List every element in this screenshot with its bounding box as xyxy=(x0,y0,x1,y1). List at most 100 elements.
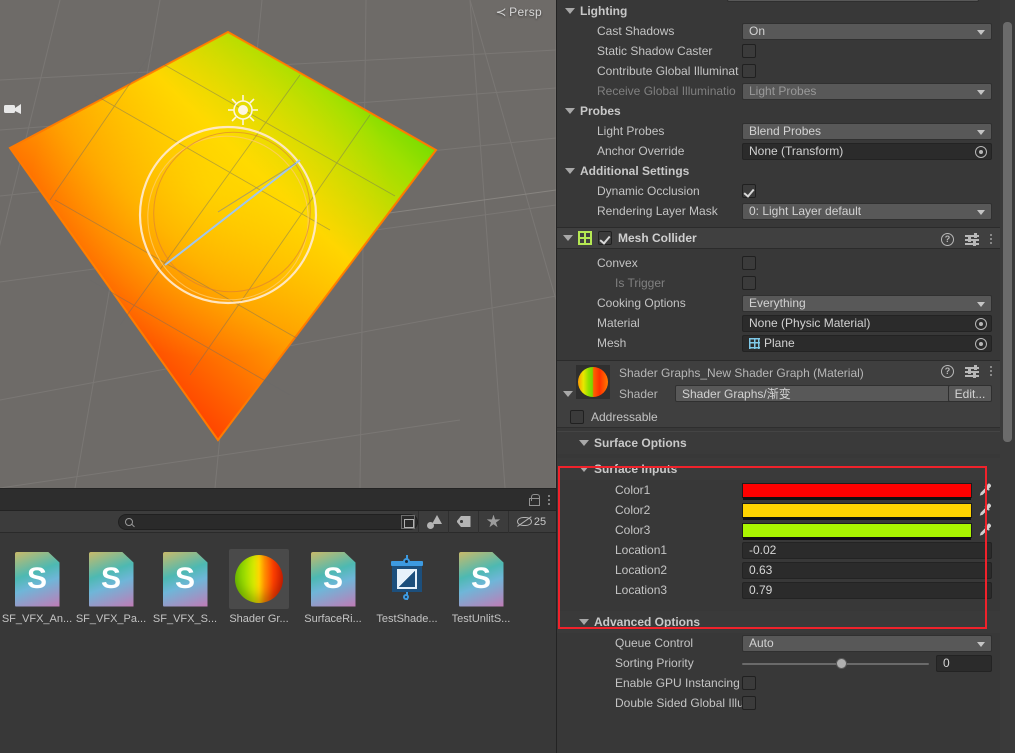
hidden-assets-counter[interactable]: 25 xyxy=(508,510,554,533)
foldout-surface-inputs[interactable]: Surface Inputs xyxy=(557,458,1000,480)
asset-item[interactable]: S SF_VFX_An... xyxy=(0,546,74,625)
search-in-window-icon[interactable] xyxy=(401,514,415,529)
help-icon[interactable]: ? xyxy=(941,232,954,246)
lock-icon[interactable] xyxy=(528,494,540,506)
scene-view[interactable]: ≺ Persp xyxy=(0,0,556,488)
triangle-down-icon xyxy=(579,466,589,472)
shader-dropdown[interactable]: Shader Graphs/渐变 xyxy=(675,385,991,402)
triangle-down-icon[interactable] xyxy=(563,391,573,397)
sorting-priority-slider-knob[interactable] xyxy=(836,657,847,669)
object-picker-icon[interactable] xyxy=(975,145,987,158)
scene-view-perspective-label[interactable]: ≺ Persp xyxy=(495,5,542,19)
row-color1: Color1 xyxy=(557,480,1000,500)
eyedropper-icon[interactable] xyxy=(977,503,992,518)
dropdown-value: Everything xyxy=(749,296,806,310)
double-sided-gi-checkbox[interactable] xyxy=(742,696,756,710)
asset-item[interactable]: S SurfaceRi... xyxy=(296,546,370,625)
color2-swatch[interactable] xyxy=(742,502,972,520)
row-label: Static Shadow Caster xyxy=(597,44,713,58)
section-title: Advanced Options xyxy=(594,615,701,629)
file-type-glyph: S xyxy=(470,562,491,595)
favorite-filter-button[interactable] xyxy=(478,510,508,533)
search-input[interactable] xyxy=(133,515,401,528)
project-toolbar: 25 xyxy=(0,510,556,533)
asset-item[interactable]: TestShade... xyxy=(370,546,444,625)
asset-item[interactable]: S TestUnlitS... xyxy=(444,546,518,625)
mesh-collider-icon xyxy=(578,231,592,245)
anchor-override-objectfield[interactable]: None (Transform) xyxy=(742,142,992,160)
preset-icon[interactable] xyxy=(965,233,979,246)
type-filter-button[interactable] xyxy=(418,510,448,533)
material-title: Shader Graphs_New Shader Graph (Material… xyxy=(619,366,864,380)
chevron-down-icon xyxy=(977,29,985,35)
asset-item-selected[interactable]: Shader Gr... xyxy=(222,546,296,625)
queue-control-dropdown[interactable]: Auto xyxy=(742,634,992,652)
foldout-advanced-options[interactable]: Advanced Options xyxy=(557,611,1000,633)
static-shadow-caster-checkbox[interactable] xyxy=(742,44,756,58)
shader-graph-file-icon: S xyxy=(458,551,504,607)
file-type-glyph: S xyxy=(174,562,195,595)
triangle-down-icon xyxy=(579,619,589,625)
color1-swatch[interactable] xyxy=(742,482,972,500)
dynamic-occlusion-checkbox[interactable] xyxy=(742,184,756,198)
material-preview[interactable] xyxy=(576,365,610,399)
foldout-probes[interactable]: Probes xyxy=(557,101,1000,121)
triangle-down-icon xyxy=(565,108,575,114)
kebab-menu-icon[interactable] xyxy=(990,232,994,246)
component-header-mesh-collider[interactable]: Mesh Collider ? xyxy=(557,227,1000,249)
preset-icon[interactable] xyxy=(965,365,979,378)
eyedropper-icon[interactable] xyxy=(977,483,992,498)
asset-thumbnail: S xyxy=(303,549,363,609)
inspector-scrollbar[interactable] xyxy=(1000,0,1015,753)
asset-thumbnail xyxy=(229,549,289,609)
rendering-layer-mask-dropdown[interactable]: 0: Light Layer default xyxy=(742,202,992,220)
eyedropper-icon[interactable] xyxy=(977,523,992,538)
shader-graph-file-icon: S xyxy=(310,551,356,607)
eye-off-icon xyxy=(516,516,532,528)
foldout-surface-options[interactable]: Surface Options xyxy=(557,432,1000,454)
file-type-glyph: S xyxy=(322,562,343,595)
asset-item[interactable]: S SF_VFX_S... xyxy=(148,546,222,625)
gpu-instancing-checkbox[interactable] xyxy=(742,676,756,690)
file-type-glyph: S xyxy=(26,562,47,595)
physic-material-objectfield[interactable]: None (Physic Material) xyxy=(742,314,992,332)
contribute-gi-checkbox[interactable] xyxy=(742,64,756,78)
light-probes-dropdown[interactable]: Blend Probes xyxy=(742,122,992,140)
object-picker-icon[interactable] xyxy=(975,337,987,350)
convex-checkbox[interactable] xyxy=(742,256,756,270)
row-addressable: Addressable xyxy=(557,406,1000,427)
color3-swatch[interactable] xyxy=(742,522,972,540)
cast-shadows-dropdown[interactable]: On xyxy=(742,22,992,40)
location1-input[interactable]: -0.02 xyxy=(742,541,992,559)
asset-item[interactable]: S SF_VFX_Pa... xyxy=(74,546,148,625)
scrollbar-thumb[interactable] xyxy=(1003,22,1012,442)
edit-shader-button[interactable]: Edit... xyxy=(948,385,992,402)
asset-label: Shader Gr... xyxy=(229,613,289,625)
kebab-menu-icon[interactable] xyxy=(990,364,994,378)
addressable-label: Addressable xyxy=(591,409,658,424)
row-static-shadow-caster: Static Shadow Caster xyxy=(557,41,1000,61)
foldout-lighting[interactable]: Lighting xyxy=(557,1,1000,21)
sorting-priority-value-input[interactable]: 0 xyxy=(936,654,992,672)
chevron-down-icon xyxy=(977,301,985,307)
search-field[interactable] xyxy=(118,513,418,530)
search-icon xyxy=(125,517,133,526)
addressable-checkbox[interactable] xyxy=(570,409,584,424)
row-label: Mesh xyxy=(597,336,627,350)
label-filter-button[interactable] xyxy=(448,510,478,533)
cooking-options-dropdown[interactable]: Everything xyxy=(742,294,992,312)
kebab-menu-icon[interactable] xyxy=(548,493,552,507)
location2-input[interactable]: 0.63 xyxy=(742,561,992,579)
mesh-objectfield[interactable]: Plane xyxy=(742,334,992,352)
foldout-additional-settings[interactable]: Additional Settings xyxy=(557,161,1000,181)
mesh-collider-enabled-checkbox[interactable] xyxy=(598,231,612,245)
location3-input[interactable]: 0.79 xyxy=(742,581,992,599)
row-light-probes: Light Probes Blend Probes xyxy=(557,121,1000,141)
help-icon[interactable]: ? xyxy=(941,364,954,378)
asset-label: SF_VFX_An... xyxy=(1,613,73,625)
object-picker-icon[interactable] xyxy=(975,317,987,330)
material-sphere-icon xyxy=(235,555,283,603)
triangle-down-icon[interactable] xyxy=(563,235,573,241)
asset-thumbnail xyxy=(377,549,437,609)
row-label: Light Probes xyxy=(597,124,665,138)
